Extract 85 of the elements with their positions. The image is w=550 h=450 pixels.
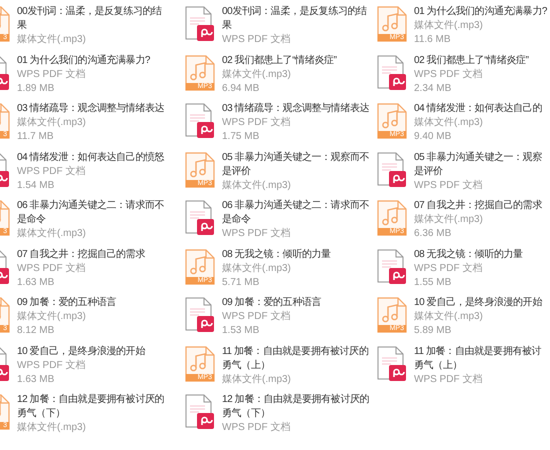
audio-file-icon [185,346,215,382]
file-type: WPS PDF 文档 [17,262,86,276]
file-type: WPS PDF 文档 [17,68,86,82]
file-type: 媒体文件(.mp3) [222,262,292,276]
file-size: 6.36 MB [414,227,452,241]
audio-file-icon [185,152,215,188]
file-size: 1.89 MB [17,82,56,96]
file-name: 02 我们都患上了“情绪炎症” [222,54,337,68]
file-size: 1.63 MB [17,276,56,290]
file-name: 08 无我之镜：倾听的力量 [414,248,523,262]
pdf-file-icon [185,297,215,333]
file-type: WPS PDF 文档 [222,421,292,435]
audio-file-icon [377,6,407,42]
file-size: 1.75 MB [222,130,260,144]
pdf-file-icon [377,346,407,382]
pdf-file-icon [185,394,215,430]
file-type: 媒体文件(.mp3) [222,68,292,82]
file-name: 06 非暴力沟通关键之二：请求而不 是命令 [17,199,164,227]
file-name: 10 爱自己，是终身浪漫的开始 [414,296,542,310]
file-name: 08 无我之镜：倾听的力量 [222,248,331,262]
file-type: 媒体文件(.mp3) [17,227,87,241]
audio-file-icon [377,200,407,236]
file-type: WPS PDF 文档 [222,227,292,241]
file-name: 11 加餐：自由就是要拥有被讨厌的 勇气（上） [222,344,368,372]
pdf-file-icon [185,6,215,42]
file-type: WPS PDF 文档 [17,164,86,178]
pdf-file-icon [377,248,407,284]
file-name: 07 自我之井：挖掘自己的需求 [17,248,145,262]
file-name: 03 情绪疏导：观念调整与情绪表达 [17,102,164,116]
file-type: 媒体文件(.mp3) [222,372,292,386]
file-name: 00发刊词：温柔，是反复练习的结 果 [222,5,367,33]
file-size: 5.71 MB [222,276,260,290]
file-type: 媒体文件(.mp3) [17,421,87,435]
file-name: 10 爱自己，是终身浪漫的开始 [17,344,145,358]
file-size: 5.89 MB [414,324,452,338]
file-type: 媒体文件(.mp3) [17,33,87,47]
file-name: 09 加餐：爱的五种语言 [17,296,116,310]
file-name: 12 加餐：自由就是要拥有被讨厌的 勇气（下） [17,393,164,421]
file-type: 媒体文件(.mp3) [17,116,87,130]
audio-file-icon [185,248,215,284]
file-name: 04 情绪发泄：如何表达自己的愤怒 [17,150,164,164]
file-type: WPS PDF 文档 [222,116,292,130]
file-size: 2.34 MB [414,82,452,96]
file-type: WPS PDF 文档 [414,178,484,192]
file-size: 1.63 MB [17,372,56,386]
file-type: 媒体文件(.mp3) [414,213,484,227]
file-size: 11.7 MB [17,130,54,144]
file-name: 00发刊词：温柔，是反复练习的结 果 [17,5,162,33]
pdf-file-icon [377,54,407,90]
pdf-file-icon [185,200,215,236]
file-name: 01 为什么我们的沟通充满暴力? [17,54,150,68]
file-name: 11 加餐：自由就是要拥有被讨 勇气（上） [414,344,542,372]
file-type: WPS PDF 文档 [414,372,484,386]
file-size: 1.54 MB [17,178,56,192]
file-name: 02 我们都患上了“情绪炎症” [414,54,529,68]
file-size: 11.6 MB [414,33,452,47]
file-name: 03 情绪疏导：观念调整与情绪表达 [222,102,370,116]
file-type: WPS PDF 文档 [414,68,484,82]
pdf-file-icon [185,103,215,139]
file-type: 媒体文件(.mp3) [222,178,292,192]
audio-file-icon [377,103,407,139]
file-type: 媒体文件(.mp3) [414,116,484,130]
audio-file-icon [185,54,215,90]
file-name: 09 加餐：爱的五种语言 [222,296,322,310]
file-name: 01 为什么我们的沟通充满暴力? [414,5,548,19]
file-size: 6.94 MB [222,82,260,96]
file-type: WPS PDF 文档 [222,310,292,324]
file-size: 8.12 MB [17,324,56,338]
file-type: 媒体文件(.mp3) [17,310,87,324]
audio-file-icon [377,297,407,333]
file-type: WPS PDF 文档 [222,33,292,47]
file-size: 1.55 MB [414,276,452,290]
file-type: WPS PDF 文档 [414,262,484,276]
file-name: 05 非暴力沟通关键之一：观察而不 是评价 [222,150,370,178]
file-name: 05 非暴力沟通关键之一：观察 是评价 [414,150,542,178]
file-type: WPS PDF 文档 [17,358,86,372]
file-name: 04 情绪发泄：如何表达自己的 [414,102,542,116]
file-type: 媒体文件(.mp3) [414,310,484,324]
file-name: 06 非暴力沟通关键之二：请求而不 是命令 [222,199,370,227]
file-size: 1.53 MB [222,324,260,338]
file-type: 媒体文件(.mp3) [414,19,484,33]
file-name: 07 自我之井：挖掘自己的需求 [414,199,542,213]
file-size: 9.40 MB [414,130,452,144]
pdf-file-icon [377,152,407,188]
file-name: 12 加餐：自由就是要拥有被讨厌的 勇气（下） [222,393,370,421]
